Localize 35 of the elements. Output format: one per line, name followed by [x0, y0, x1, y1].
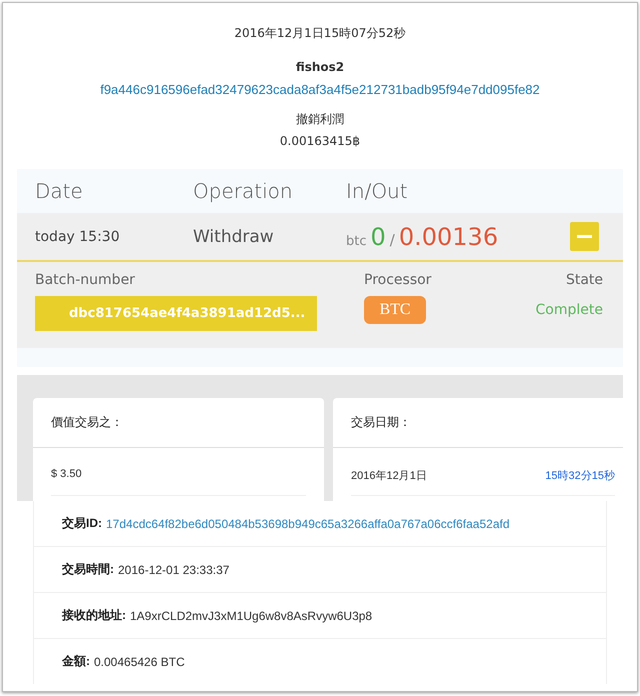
profit-amount: 0.00163415฿	[280, 134, 360, 148]
state-label: State	[566, 272, 603, 288]
column-header: Operation	[193, 179, 294, 203]
info-label: 交易時間:	[62, 561, 114, 578]
column-header: In/Out	[346, 179, 409, 203]
info-label: 接收的地址:	[62, 607, 126, 624]
info-value: 0.00465426 BTC	[94, 654, 185, 668]
column-header: Date	[34, 179, 84, 203]
username: fishos2	[296, 60, 344, 74]
processor-label: Processor	[364, 272, 432, 288]
card-title: 價值交易之：	[33, 398, 324, 448]
operation-cell-text: Withdraw	[193, 226, 275, 246]
info-label: 交易ID:	[62, 515, 102, 532]
card-time: 15時32分15秒	[545, 469, 615, 484]
info-label: 金額:	[62, 653, 90, 670]
batch-number: dbc817654ae4f4a3891ad12d5...	[35, 296, 317, 331]
in-amount: 0	[370, 222, 386, 250]
batch-label: Batch-number	[35, 272, 136, 288]
transaction-link[interactable]: 17d4cdc64f82be6d050484b53698b949c65a3266affa0a767a06ccf6faa52afd	[106, 516, 510, 530]
out-amount: 0.00136	[398, 222, 498, 250]
info-value: 1A9xrCLD2mvJ3xM1Ug6w8v8AsRvyw6U3p8	[130, 608, 372, 622]
info-value: 2016-12-01 23:33:37	[118, 562, 230, 576]
unit-label: btc	[346, 234, 366, 248]
timestamp: 2016年12月1日15時07分52秒	[234, 25, 406, 42]
collapse-button[interactable]	[570, 222, 599, 251]
card-value: $ 3.50	[51, 468, 82, 482]
separator: /	[390, 230, 395, 248]
card-title: 交易日期：	[333, 398, 623, 448]
state-value: Complete	[536, 302, 603, 318]
date-cell-text: today 15:30	[34, 228, 121, 244]
card-value: 2016年12月1日	[351, 469, 427, 484]
processor-badge: BTC	[364, 296, 426, 324]
profit-label: 撤銷利潤	[296, 111, 344, 128]
hash-link[interactable]: f9a446c916596efad32479623cada8af3a4f5e212731badb95f94e7dd095fe82	[100, 82, 540, 97]
transaction-row[interactable]: today 15:30 Withdraw btc 0 / 0.00136	[17, 213, 623, 262]
